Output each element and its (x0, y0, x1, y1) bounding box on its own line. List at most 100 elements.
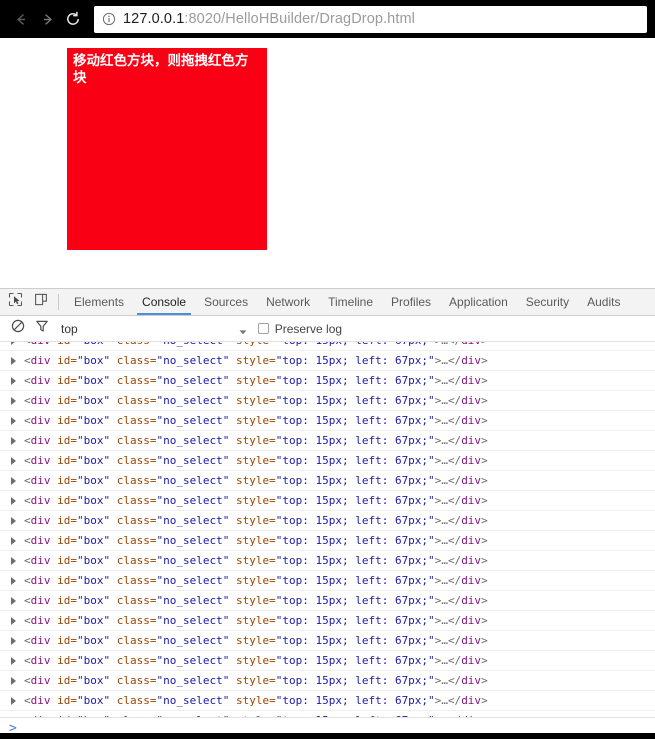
console-log-message: <div id="box" class="no_select" style="t… (24, 553, 488, 567)
execution-context-label: top (61, 321, 78, 336)
tab-network[interactable]: Network (257, 289, 319, 315)
devtools-tabbar: Elements Console Sources Network Timelin… (0, 289, 655, 316)
triangle-right-icon[interactable] (11, 636, 16, 645)
reload-icon (64, 10, 82, 28)
triangle-right-icon[interactable] (11, 696, 16, 705)
device-toolbar-icon (34, 292, 49, 312)
console-log-row[interactable]: <div id="box" class="no_select" style="t… (0, 611, 655, 631)
triangle-right-icon[interactable] (11, 456, 16, 465)
console-log-message: <div id="box" class="no_select" style="t… (24, 593, 488, 607)
address-bar[interactable]: 127.0.0.1:8020/HelloHBuilder/DragDrop.ht… (94, 5, 647, 33)
console-output[interactable]: <div id="box" class="no_select" style="t… (0, 342, 655, 717)
tab-console-label: Console (142, 295, 187, 309)
tab-timeline[interactable]: Timeline (319, 289, 382, 315)
triangle-right-icon[interactable] (11, 676, 16, 685)
triangle-right-icon[interactable] (11, 576, 16, 585)
console-log-row[interactable]: <div id="box" class="no_select" style="t… (0, 591, 655, 611)
clear-console-icon (11, 319, 25, 338)
console-log-message: <div id="box" class="no_select" style="t… (24, 573, 488, 587)
info-circle-icon[interactable] (102, 12, 116, 26)
console-log-row[interactable]: <div id="box" class="no_select" style="t… (0, 711, 655, 717)
console-log-row[interactable]: <div id="box" class="no_select" style="t… (0, 431, 655, 451)
execution-context-selector[interactable]: top (61, 322, 78, 336)
console-log-row[interactable]: <div id="box" class="no_select" style="t… (0, 671, 655, 691)
page-viewport: 移动红色方块，则拖拽红色方块 (0, 38, 655, 288)
triangle-right-icon[interactable] (11, 436, 16, 445)
triangle-right-icon[interactable] (11, 556, 16, 565)
console-log-message: <div id="box" class="no_select" style="t… (24, 533, 488, 547)
console-log-row[interactable]: <div id="box" class="no_select" style="t… (0, 691, 655, 711)
triangle-right-icon[interactable] (11, 476, 16, 485)
triangle-right-icon[interactable] (11, 716, 16, 717)
tab-timeline-label: Timeline (328, 295, 374, 309)
tab-sources-label: Sources (204, 295, 249, 309)
console-log-row[interactable]: <div id="box" class="no_select" style="t… (0, 571, 655, 591)
url-path: :8020/HelloHBuilder/DragDrop.html (184, 11, 415, 27)
preserve-log-checkbox[interactable] (257, 323, 269, 334)
tab-elements[interactable]: Elements (65, 289, 133, 315)
tab-application-label: Application (449, 295, 508, 309)
forward-button[interactable] (34, 6, 60, 32)
triangle-right-icon[interactable] (11, 376, 16, 385)
console-log-row[interactable]: <div id="box" class="no_select" style="t… (0, 551, 655, 571)
triangle-right-icon[interactable] (11, 616, 16, 625)
console-log-message: <div id="box" class="no_select" style="t… (24, 393, 488, 407)
toggle-device-toolbar-button[interactable] (28, 289, 54, 315)
console-log-list[interactable]: <div id="box" class="no_select" style="t… (0, 342, 655, 717)
console-log-row[interactable]: <div id="box" class="no_select" style="t… (0, 531, 655, 551)
console-log-message: <div id="box" class="no_select" style="t… (24, 342, 488, 351)
tab-profiles-label: Profiles (391, 295, 432, 309)
devtools-panel: Elements Console Sources Network Timelin… (0, 288, 655, 739)
draggable-red-box[interactable]: 移动红色方块，则拖拽红色方块 (67, 48, 267, 250)
console-log-row[interactable]: <div id="box" class="no_select" style="t… (0, 471, 655, 491)
filter-button[interactable] (30, 317, 54, 341)
console-log-row[interactable]: <div id="box" class="no_select" style="t… (0, 491, 655, 511)
console-log-row[interactable]: <div id="box" class="no_select" style="t… (0, 371, 655, 391)
triangle-right-icon[interactable] (11, 656, 16, 665)
console-log-row[interactable]: <div id="box" class="no_select" style="t… (0, 511, 655, 531)
browser-toolbar: 127.0.0.1:8020/HelloHBuilder/DragDrop.ht… (0, 0, 655, 38)
preserve-log-control[interactable]: Preserve log (257, 321, 350, 336)
console-log-message: <div id="box" class="no_select" style="t… (24, 613, 488, 627)
window-bottom-strip (0, 733, 655, 739)
console-log-message: <div id="box" class="no_select" style="t… (24, 493, 488, 507)
console-log-row[interactable]: <div id="box" class="no_select" style="t… (0, 411, 655, 431)
back-button[interactable] (8, 6, 34, 32)
tab-audits[interactable]: Audits (578, 289, 629, 315)
url-text: 127.0.0.1:8020/HelloHBuilder/DragDrop.ht… (123, 11, 415, 27)
console-log-message: <div id="box" class="no_select" style="t… (24, 453, 488, 467)
console-log-message: <div id="box" class="no_select" style="t… (24, 513, 488, 527)
reload-button[interactable] (60, 6, 86, 32)
funnel-filter-icon (35, 319, 49, 338)
preserve-log-label: Preserve log (274, 321, 343, 336)
tab-security[interactable]: Security (517, 289, 578, 315)
console-log-row[interactable]: <div id="box" class="no_select" style="t… (0, 391, 655, 411)
tab-profiles[interactable]: Profiles (382, 289, 440, 315)
triangle-right-icon[interactable] (11, 356, 16, 365)
triangle-right-icon[interactable] (11, 396, 16, 405)
clear-console-button[interactable] (6, 317, 30, 341)
tab-elements-label: Elements (74, 295, 125, 309)
triangle-right-icon[interactable] (11, 516, 16, 525)
triangle-right-icon[interactable] (11, 596, 16, 605)
triangle-right-icon[interactable] (11, 496, 16, 505)
triangle-right-icon[interactable] (11, 536, 16, 545)
console-log-message: <div id="box" class="no_select" style="t… (24, 413, 488, 427)
console-log-message: <div id="box" class="no_select" style="t… (24, 353, 488, 367)
console-log-row[interactable]: <div id="box" class="no_select" style="t… (0, 451, 655, 471)
tab-audits-label: Audits (587, 295, 621, 309)
triangle-right-icon[interactable] (11, 342, 16, 345)
tab-application[interactable]: Application (440, 289, 517, 315)
console-log-row[interactable]: <div id="box" class="no_select" style="t… (0, 651, 655, 671)
tab-sources[interactable]: Sources (195, 289, 257, 315)
url-host: 127.0.0.1 (123, 11, 185, 27)
chevron-down-icon[interactable] (238, 324, 248, 334)
inspect-element-button[interactable] (2, 289, 28, 315)
triangle-right-icon[interactable] (11, 416, 16, 425)
inspect-cursor-icon (8, 292, 23, 312)
console-log-message: <div id="box" class="no_select" style="t… (24, 693, 488, 707)
console-log-message: <div id="box" class="no_select" style="t… (24, 633, 488, 647)
console-log-row[interactable]: <div id="box" class="no_select" style="t… (0, 351, 655, 371)
console-log-row[interactable]: <div id="box" class="no_select" style="t… (0, 631, 655, 651)
tab-console[interactable]: Console (133, 289, 195, 315)
